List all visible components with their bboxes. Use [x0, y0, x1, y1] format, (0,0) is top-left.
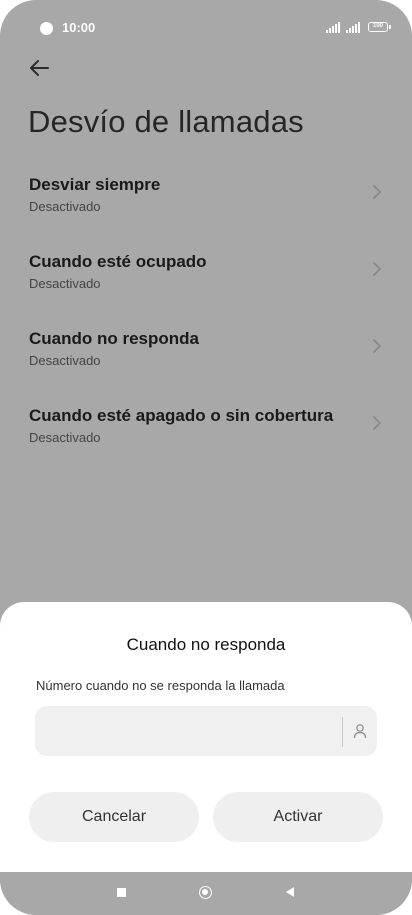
camera-cutout — [40, 22, 53, 35]
nav-back-icon[interactable] — [286, 887, 294, 897]
list-item-no-answer[interactable]: Cuando no responda Desactivado — [0, 329, 412, 395]
page-title: Desvío de llamadas — [28, 104, 304, 139]
status-time: 10:00 — [62, 20, 96, 35]
contact-picker-icon[interactable] — [353, 723, 367, 739]
signal-icon-2 — [346, 22, 360, 33]
number-field-label: Número cuando no se responda la llamada — [36, 678, 285, 693]
battery-icon: 100 — [368, 22, 391, 32]
navigation-bar — [0, 872, 412, 915]
back-button[interactable] — [24, 54, 56, 82]
list-item-status: Desactivado — [29, 199, 101, 214]
activate-button[interactable]: Activar — [213, 792, 383, 842]
back-arrow-icon — [30, 60, 49, 76]
chevron-right-icon — [373, 262, 382, 276]
list-item-always[interactable]: Desviar siempre Desactivado — [0, 175, 412, 241]
recent-apps-icon[interactable] — [117, 888, 126, 897]
phone-screen: 10:00 100 Desvío de llamadas Desviar sie… — [0, 0, 412, 915]
home-icon[interactable] — [199, 886, 212, 899]
list-item-busy[interactable]: Cuando esté ocupado Desactivado — [0, 252, 412, 318]
status-bar: 10:00 100 — [0, 0, 412, 56]
list-item-title: Desviar siempre — [29, 175, 161, 194]
signal-icon — [326, 22, 340, 33]
list-item-status: Desactivado — [29, 353, 101, 368]
list-item-unreachable[interactable]: Cuando esté apagado o sin cobertura Desa… — [0, 406, 412, 472]
cancel-button[interactable]: Cancelar — [29, 792, 199, 842]
bottom-sheet-dialog: Cuando no responda Número cuando no se r… — [0, 602, 412, 872]
list-item-title: Cuando no responda — [29, 329, 199, 348]
input-divider — [342, 717, 343, 747]
list-item-title: Cuando esté ocupado — [29, 252, 207, 271]
chevron-right-icon — [373, 339, 382, 353]
chevron-right-icon — [373, 416, 382, 430]
dialog-title: Cuando no responda — [126, 635, 286, 654]
number-input[interactable] — [47, 706, 341, 758]
chevron-right-icon — [373, 185, 382, 199]
list-item-status: Desactivado — [29, 430, 101, 445]
list-item-status: Desactivado — [29, 276, 101, 291]
number-field — [35, 706, 377, 758]
list-item-title: Cuando esté apagado o sin cobertura — [29, 406, 334, 425]
